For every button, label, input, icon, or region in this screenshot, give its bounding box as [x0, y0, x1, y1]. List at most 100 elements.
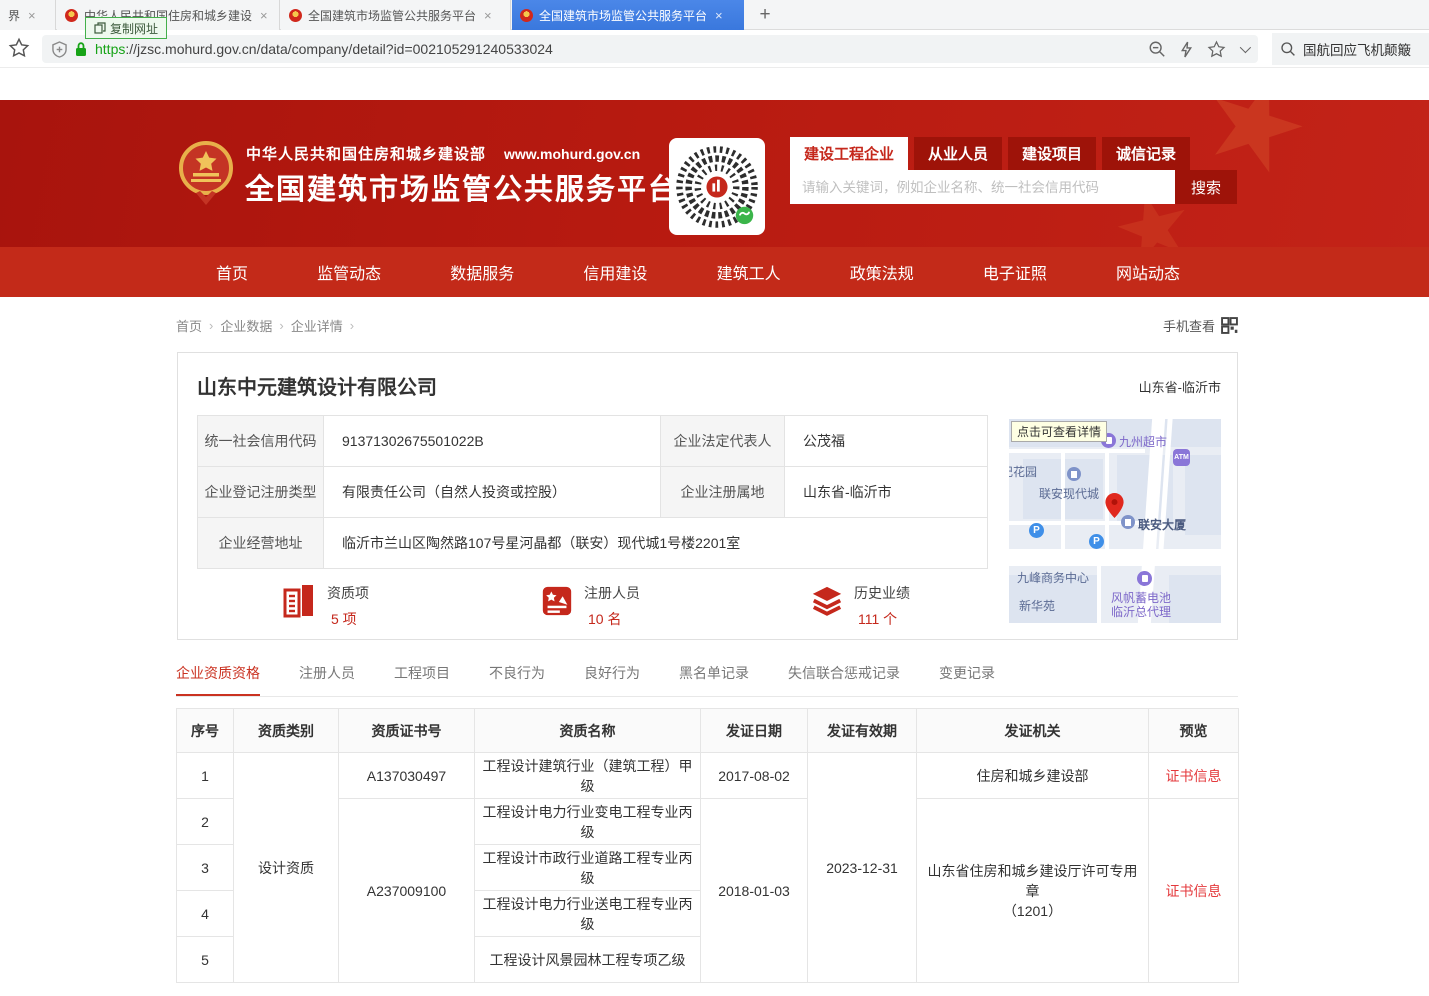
- breadcrumb-company-data[interactable]: 企业数据: [220, 316, 272, 335]
- map-pin-icon: [1105, 493, 1124, 518]
- search-tab-enterprise[interactable]: 建设工程企业: [790, 137, 908, 170]
- certificate-icon: [540, 583, 574, 619]
- search-tab-credit[interactable]: 诚信记录: [1102, 137, 1190, 170]
- parking-icon: P: [1029, 523, 1044, 538]
- breadcrumb-home[interactable]: 首页: [176, 316, 202, 335]
- lightning-icon[interactable]: [1180, 41, 1193, 58]
- company-card: 山东中元建筑设计有限公司 山东省-临沂市 统一社会信用代码 9137130267…: [177, 352, 1238, 640]
- certificate-info-link[interactable]: 证书信息: [1166, 768, 1222, 784]
- tab-blacklist[interactable]: 黑名单记录: [679, 663, 749, 696]
- tab-qualifications[interactable]: 企业资质资格: [176, 663, 260, 696]
- search-tab-project[interactable]: 建设项目: [1008, 137, 1096, 170]
- company-name: 山东中元建筑设计有限公司: [197, 371, 437, 400]
- nav-item-home[interactable]: 首页: [216, 260, 248, 284]
- stat-label: 历史业绩: [854, 583, 910, 603]
- stat-registered-personnel: 注册人员 10 名: [540, 583, 640, 629]
- tab-change-records[interactable]: 变更记录: [939, 663, 995, 696]
- stat-label: 资质项: [327, 583, 369, 603]
- tab-title: 全国建筑市场监管公共服务平台: [308, 7, 476, 24]
- poi-lianan-tower: 联安大厦: [1138, 516, 1186, 533]
- qualification-category: 设计资质: [234, 753, 339, 983]
- battery-pin-icon: [1137, 571, 1152, 586]
- close-icon[interactable]: ×: [260, 8, 268, 23]
- reg-type-value: 有限责任公司（自然人投资或控股）: [324, 467, 661, 518]
- favorite-star-icon[interactable]: [1207, 40, 1226, 59]
- col-header: 发证日期: [701, 709, 808, 753]
- address-value: 临沂市兰山区陶然路107号星河晶都（联安）现代城1号楼2201室: [324, 518, 988, 569]
- validity-date: 2023-12-31: [808, 753, 917, 983]
- tab-title: 全国建筑市场监管公共服务平台: [539, 7, 707, 24]
- nav-item-elicense[interactable]: 电子证照: [983, 260, 1047, 284]
- col-header: 资质类别: [234, 709, 339, 753]
- mini-program-code-icon: [673, 143, 761, 231]
- building-icon: [283, 583, 317, 619]
- certificate-info-link[interactable]: 证书信息: [1166, 883, 1222, 899]
- shield-icon[interactable]: [52, 41, 67, 58]
- table-header-row: 序号 资质类别 资质证书号 资质名称 发证日期 发证有效期 发证机关 预览: [177, 709, 1239, 753]
- tab-dishonesty-records[interactable]: 失信联合惩戒记录: [788, 663, 900, 696]
- issue-date: 2018-01-03: [701, 799, 808, 983]
- tab-projects[interactable]: 工程项目: [394, 663, 450, 696]
- detail-tabs: 企业资质资格 注册人员 工程项目 不良行为 良好行为 黑名单记录 失信联合惩戒记…: [176, 663, 1238, 697]
- chevron-down-icon[interactable]: [1240, 42, 1251, 53]
- breadcrumb-company-detail[interactable]: 企业详情: [291, 316, 343, 335]
- nav-item-policy[interactable]: 政策法规: [850, 260, 914, 284]
- stat-label: 注册人员: [584, 583, 640, 603]
- nav-item-workers[interactable]: 建筑工人: [717, 260, 781, 284]
- search-button[interactable]: 搜索: [1175, 170, 1237, 204]
- qr-icon: [1221, 317, 1238, 334]
- bookmark-star-icon[interactable]: [8, 37, 30, 59]
- poi-business-center: 九峰商务中心: [1017, 569, 1089, 586]
- breadcrumb: 首页 › 企业数据 › 企业详情 › 手机查看: [176, 315, 1238, 335]
- url-bar-icons: [1148, 40, 1248, 59]
- stat-value: 10 名: [588, 609, 640, 629]
- issue-date: 2017-08-02: [701, 753, 808, 799]
- building-pin-icon: [1121, 515, 1135, 529]
- authority-line1: 山东省住房和城乡建设厅许可专用章: [921, 861, 1144, 901]
- header-search-row: 搜索: [790, 170, 1237, 204]
- close-icon[interactable]: ×: [715, 8, 723, 23]
- breadcrumb-separator: ›: [279, 318, 283, 333]
- url-field[interactable]: https://jzsc.mohurd.gov.cn/data/company/…: [42, 35, 1258, 63]
- legal-rep-value: 公茂福: [785, 416, 988, 467]
- row-no: 4: [177, 891, 234, 937]
- browser-chrome: 界 × 中华人民共和国住房和城乡建设 × 全国建筑市场监管公共服务平台 × 全国…: [0, 0, 1429, 68]
- keyword-search-input[interactable]: [790, 170, 1175, 204]
- nav-item-data-service[interactable]: 数据服务: [450, 260, 514, 284]
- url-text[interactable]: https://jzsc.mohurd.gov.cn/data/company/…: [95, 41, 553, 57]
- row-no: 1: [177, 753, 234, 799]
- tab-good-behavior[interactable]: 良好行为: [584, 663, 640, 696]
- field-label: 企业注册属地: [661, 467, 785, 518]
- quick-search-box[interactable]: 国航回应飞机颠簸: [1272, 33, 1429, 65]
- qualification-table: 序号 资质类别 资质证书号 资质名称 发证日期 发证有效期 发证机关 预览 1 …: [176, 708, 1239, 983]
- company-info-table: 统一社会信用代码 91371302675501022B 企业法定代表人 公茂福 …: [197, 415, 988, 569]
- mobile-view-button[interactable]: 手机查看: [1163, 316, 1238, 335]
- cert-no: A137030497: [339, 753, 475, 799]
- zoom-out-icon[interactable]: [1148, 40, 1166, 58]
- col-header: 发证机关: [917, 709, 1149, 753]
- quick-search-text: 国航回应飞机颠簸: [1303, 39, 1411, 59]
- parking-icon: P: [1089, 534, 1104, 549]
- new-tab-button[interactable]: +: [752, 2, 778, 28]
- header-search-tabs: 建设工程企业 从业人员 建设项目 诚信记录: [790, 137, 1196, 170]
- qualification-name: 工程设计风景园林工程专项乙级: [475, 937, 701, 983]
- poi-lianan-city: 联安现代城: [1039, 485, 1099, 502]
- emblem-favicon-icon: [65, 9, 78, 22]
- tab-bad-behavior[interactable]: 不良行为: [489, 663, 545, 696]
- col-header: 发证有效期: [808, 709, 917, 753]
- nav-item-site-news[interactable]: 网站动态: [1116, 260, 1180, 284]
- browser-tab-jzsc-active[interactable]: 全国建筑市场监管公共服务平台 ×: [512, 0, 744, 30]
- nav-item-credit[interactable]: 信用建设: [583, 260, 647, 284]
- browser-tab-jzsc-1[interactable]: 全国建筑市场监管公共服务平台 ×: [281, 0, 511, 30]
- stat-value: 111 个: [858, 609, 910, 629]
- field-label: 企业法定代表人: [661, 416, 785, 467]
- close-icon[interactable]: ×: [484, 8, 492, 23]
- company-location-map[interactable]: 点击可查看详情 九州超市 ATM 纪花园 联安现代城 联安大厦 P P 九峰商务…: [1009, 419, 1221, 623]
- tab-registered-personnel[interactable]: 注册人员: [299, 663, 355, 696]
- close-icon[interactable]: ×: [28, 8, 36, 23]
- qualification-name: 工程设计电力行业送电工程专业丙级: [475, 891, 701, 937]
- browser-tab-partial[interactable]: 界 ×: [0, 0, 56, 30]
- browser-tab-bar: 界 × 中华人民共和国住房和城乡建设 × 全国建筑市场监管公共服务平台 × 全国…: [0, 0, 1429, 30]
- search-tab-personnel[interactable]: 从业人员: [914, 137, 1002, 170]
- nav-item-supervision[interactable]: 监管动态: [317, 260, 381, 284]
